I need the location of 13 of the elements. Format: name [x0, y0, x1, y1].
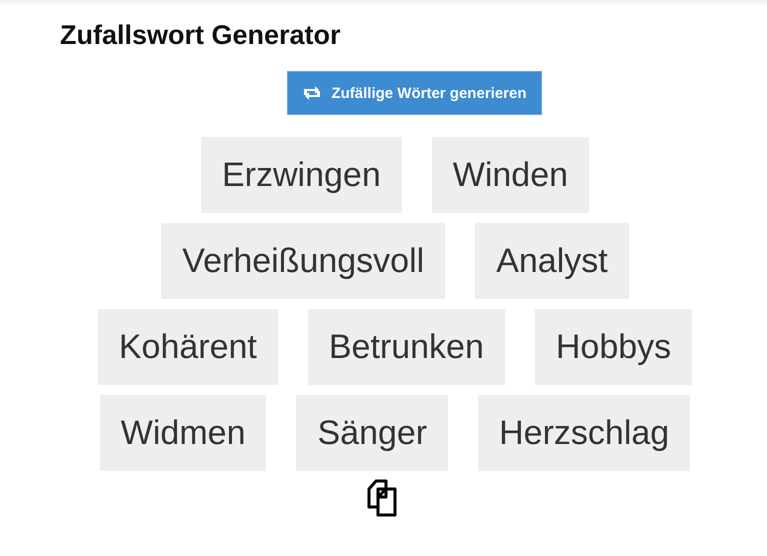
word-tile: Betrunken: [308, 309, 505, 385]
page-title: Zufallswort Generator: [60, 20, 342, 51]
word-tile: Sänger: [296, 395, 448, 471]
word-tile: Winden: [432, 137, 590, 213]
word-tile: Herzschlag: [478, 395, 690, 471]
generate-button[interactable]: Zufällige Wörter generieren: [287, 71, 542, 115]
word-tile: Hobbys: [534, 309, 692, 385]
repeat-icon: [302, 86, 322, 100]
word-tile: Widmen: [100, 395, 266, 471]
word-tile: Verheißungsvoll: [161, 223, 446, 299]
word-tile: Analyst: [475, 223, 629, 299]
word-tile: Erzwingen: [200, 137, 402, 213]
word-tile: Kohärent: [98, 309, 278, 385]
